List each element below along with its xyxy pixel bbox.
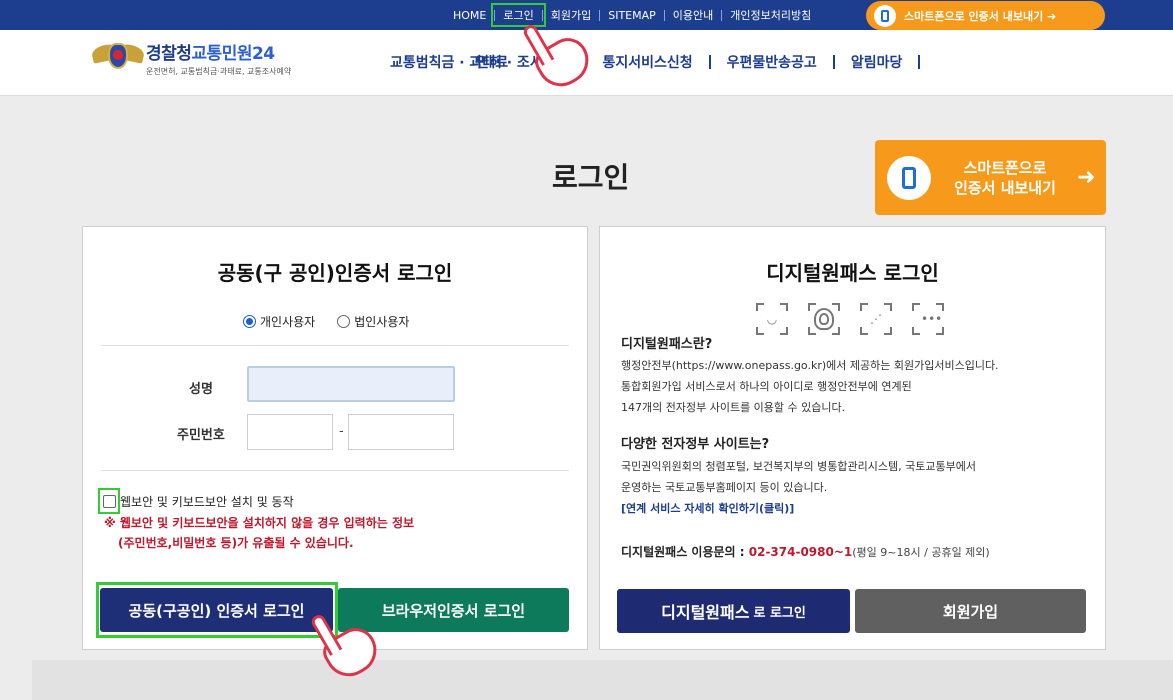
main-nav: 교통범칙금 · 과태료 면허 · 조사예약 통지서비스신청 우편물반송공고 알림… xyxy=(390,52,936,72)
top-link-home[interactable]: HOME xyxy=(445,9,494,22)
rrn-front-input[interactable] xyxy=(247,414,333,450)
gnb-item-notices[interactable]: 알림마당 xyxy=(851,52,903,72)
smart-export-pill-button[interactable]: 스마트폰으로 인증서 내보내기 ➜ xyxy=(866,1,1105,30)
onepass-contact: 디지털원패스 이용문의 : 02-374-0980~1(평일 9~18시 / 공… xyxy=(621,545,990,559)
onepass-what-text: 행정안전부(https://www.onepass.go.kr)에서 제공하는 … xyxy=(621,359,999,414)
divider xyxy=(101,470,569,471)
divider xyxy=(918,55,921,69)
cert-login-button[interactable]: 공동(구공인) 인증서 로그인 xyxy=(100,588,333,632)
onepass-sites-heading: 다양한 전자정부 사이트는? xyxy=(621,437,770,452)
onepass-title: 디지털원패스 로그인 xyxy=(766,261,939,285)
cert-login-panel: 공동(구 공인)인증서 로그인 개인사용자 법인사용자 성명 주민번호 - 웹보… xyxy=(82,226,588,650)
arrow-right-icon: ➜ xyxy=(1077,165,1096,190)
top-link-privacy[interactable]: 개인정보처리방침 xyxy=(722,7,819,23)
divider xyxy=(832,55,835,69)
pattern-icon: ⋰ xyxy=(860,303,892,335)
linked-services-link[interactable]: [연계 서비스 자세히 확인하기(클릭)] xyxy=(621,500,794,516)
site-header: 경찰청교통민원24 운전면허, 교통범칙금·과태료, 교통조사예약 교통범칙금 … xyxy=(0,30,1173,96)
browser-cert-login-button[interactable]: 브라우저인증서 로그인 xyxy=(338,588,569,632)
divider xyxy=(584,55,587,69)
name-label: 성명 xyxy=(189,382,213,397)
radio-personal-label: 개인사용자 xyxy=(260,315,316,329)
onepass-sites-text: 국민권익위원회의 청렴포털, 보건복지부의 병통합관리시스템, 국토교통부에서 … xyxy=(621,460,976,494)
police-emblem-icon xyxy=(90,39,146,77)
radio-personal-circle[interactable] xyxy=(243,315,256,328)
join-button[interactable]: 회원가입 xyxy=(855,589,1086,633)
gnb-item-returned-mail[interactable]: 우편물반송공고 xyxy=(727,52,817,72)
smartphone-icon xyxy=(887,155,931,200)
security-checkbox-highlight xyxy=(98,488,120,514)
page-title: 로그인 xyxy=(552,161,630,194)
divider xyxy=(708,55,711,69)
contact-hours: (평일 9~18시 / 공휴일 제외) xyxy=(852,546,990,559)
pin-icon: ••• xyxy=(912,303,944,335)
divider xyxy=(101,345,569,346)
footer-strip xyxy=(32,660,1173,700)
face-scan-icon: ◡ xyxy=(756,303,788,335)
top-link-guide[interactable]: 이용안내 xyxy=(665,7,721,23)
top-utility-bar: HOME 로그인 회원가입 SITEMAP 이용안내 개인정보처리방침 스마트폰… xyxy=(0,0,1173,30)
top-link-sitemap[interactable]: SITEMAP xyxy=(600,9,664,22)
radio-corporate-circle[interactable] xyxy=(337,315,351,328)
fingerprint-icon xyxy=(808,303,840,335)
logo-title: 경찰청교통민원24 xyxy=(146,44,275,64)
gnb-item-notice-service[interactable]: 통지서비스신청 xyxy=(602,52,692,72)
site-logo[interactable]: 경찰청교통민원24 운전면허, 교통범칙금·과태료, 교통조사예약 xyxy=(90,39,292,77)
onepass-login-panel: 디지털원패스 로그인 ◡ ⋰ ••• 디지털원패스란? 행정안전부(https:… xyxy=(599,226,1106,650)
name-input[interactable] xyxy=(247,366,455,402)
user-type-radios: 개인사용자 법인사용자 xyxy=(243,313,431,330)
gnb-item-license[interactable]: 면허 · 조사예약 xyxy=(476,52,568,72)
divider xyxy=(578,55,581,69)
logo-subtitle: 운전면허, 교통범칙금·과태료, 교통조사예약 xyxy=(146,67,292,76)
radio-corporate-label: 법인사용자 xyxy=(354,315,410,329)
rrn-label: 주민번호 xyxy=(177,428,225,443)
security-install-label: 웹보안 및 키보드보안 설치 및 동작 xyxy=(120,495,294,509)
onepass-login-button[interactable]: 디지털원패스 로 로그인 xyxy=(617,589,850,633)
radio-personal[interactable]: 개인사용자 xyxy=(243,313,315,330)
top-link-join[interactable]: 회원가입 xyxy=(543,7,599,23)
top-link-login[interactable]: 로그인 xyxy=(491,3,546,27)
radio-corporate[interactable]: 법인사용자 xyxy=(337,313,409,330)
smart-export-label: 스마트폰으로 인증서 내보내기 ➜ xyxy=(904,9,1057,23)
cert-export-label: 스마트폰으로 인증서 내보내기 xyxy=(954,158,1056,197)
cert-login-title: 공동(구 공인)인증서 로그인 xyxy=(217,261,453,285)
top-nav: HOME 로그인 회원가입 SITEMAP 이용안내 개인정보처리방침 xyxy=(445,0,819,30)
onepass-what-heading: 디지털원패스란? xyxy=(621,337,713,352)
security-install-checkbox[interactable] xyxy=(102,494,116,508)
rrn-dash: - xyxy=(339,424,344,439)
security-warning: ※ 웹보안 및 키보드보안을 설치하지 않을 경우 입력하는 정보 (주민번호,… xyxy=(104,516,415,550)
rrn-back-input[interactable] xyxy=(348,414,454,450)
smartphone-icon xyxy=(874,4,896,27)
auth-method-icons: ◡ ⋰ ••• xyxy=(756,303,964,335)
cert-export-button[interactable]: 스마트폰으로 인증서 내보내기 ➜ xyxy=(875,140,1106,215)
contact-phone: 02-374-0980~1 xyxy=(748,545,853,559)
